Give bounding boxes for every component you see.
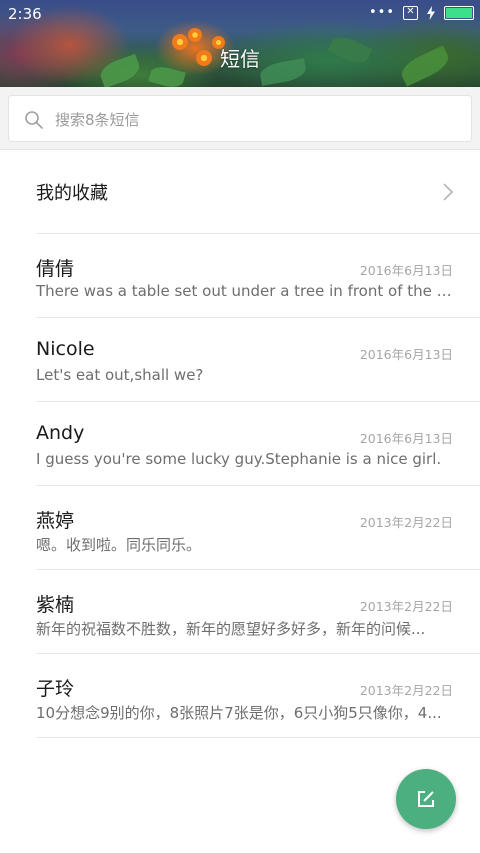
no-sim-icon: ✕ <box>403 6 418 20</box>
favorites-label: 我的收藏 <box>36 183 108 204</box>
message-preview: There was a table set out under a tree i… <box>36 282 456 300</box>
search-area: 搜索8条短信 <box>0 87 480 150</box>
conversation-item[interactable]: Andy 2016年6月13日 I guess you're some luck… <box>0 402 480 486</box>
contact-name: Nicole <box>36 338 95 360</box>
conversation-item[interactable]: 紫楠 2013年2月22日 新年的祝福数不胜数，新年的愿望好多好多，新年的问候.… <box>0 570 480 654</box>
search-input[interactable]: 搜索8条短信 <box>8 95 472 142</box>
message-date: 2016年6月13日 <box>359 263 453 278</box>
search-icon <box>25 111 43 129</box>
favorites-row[interactable]: 我的收藏 <box>0 150 480 234</box>
message-date: 2013年2月22日 <box>359 599 453 614</box>
message-preview: 10分想念9别的你，8张照片7张是你，6只小狗5只像你，4... <box>36 704 442 722</box>
conversation-list: 倩倩 2016年6月13日 There was a table set out … <box>0 234 480 738</box>
status-icons: ••• ✕ <box>369 6 474 20</box>
message-date: 2013年2月22日 <box>359 683 453 698</box>
message-preview: Let's eat out,shall we? <box>36 366 204 384</box>
compose-icon <box>418 791 434 807</box>
search-placeholder: 搜索8条短信 <box>55 111 140 129</box>
page-title: 短信 <box>220 47 260 71</box>
conversation-item[interactable]: 子玲 2013年2月22日 10分想念9别的你，8张照片7张是你，6只小狗5只像… <box>0 654 480 738</box>
divider <box>36 737 480 738</box>
contact-name: 倩倩 <box>36 258 75 280</box>
contact-name: 紫楠 <box>36 594 75 616</box>
contact-name: 燕婷 <box>36 510 75 532</box>
status-bar: 2:36 ••• ✕ <box>0 0 480 28</box>
decorative-flower <box>188 28 202 42</box>
message-preview: 新年的祝福数不胜数，新年的愿望好多好多，新年的问候... <box>36 620 426 638</box>
header-banner: 2:36 ••• ✕ 短信 <box>0 0 480 87</box>
message-preview: I guess you're some lucky guy.Stephanie … <box>36 450 442 468</box>
message-preview: 嗯。收到啦。同乐同乐。 <box>36 536 202 554</box>
message-date: 2016年6月13日 <box>359 347 453 362</box>
compose-button[interactable] <box>396 769 456 829</box>
conversation-item[interactable]: 燕婷 2013年2月22日 嗯。收到啦。同乐同乐。 <box>0 486 480 570</box>
message-date: 2013年2月22日 <box>359 515 453 530</box>
chevron-right-icon <box>443 183 454 201</box>
charging-icon <box>427 6 435 20</box>
more-notifications-icon: ••• <box>368 5 395 20</box>
message-date: 2016年6月13日 <box>359 431 453 446</box>
battery-icon <box>444 6 474 20</box>
conversation-item[interactable]: 倩倩 2016年6月13日 There was a table set out … <box>0 234 480 318</box>
conversation-item[interactable]: Nicole 2016年6月13日 Let's eat out,shall we… <box>0 318 480 402</box>
contact-name: Andy <box>36 422 85 444</box>
status-time: 2:36 <box>8 5 42 23</box>
contact-name: 子玲 <box>36 678 75 700</box>
